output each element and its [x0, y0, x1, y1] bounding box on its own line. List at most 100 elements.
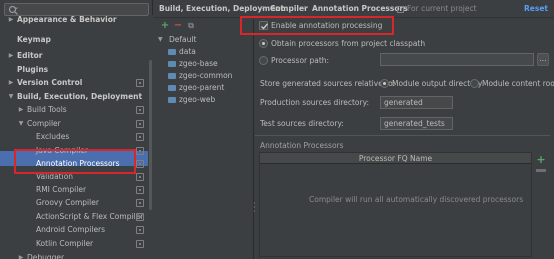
sidebar-item-label: Build Tools	[27, 105, 67, 114]
module-folder-icon	[168, 61, 176, 67]
module-output-directory-radio[interactable]	[380, 79, 389, 88]
enable-annotation-processing-checkbox[interactable]	[259, 21, 268, 30]
for-current-project-label: For current project	[407, 4, 477, 13]
test-sources-field[interactable]: generated_tests	[380, 117, 453, 130]
module-item-label: zgeo-web	[179, 95, 216, 104]
processor-path-label: Processor path:	[271, 56, 330, 65]
sidebar-item-android-compilers[interactable]: Android Compilers	[0, 224, 148, 236]
sidebar-item-label: Editor	[17, 51, 43, 60]
module-content-root-radio[interactable]	[470, 79, 479, 88]
annotation-processors-section-label: Annotation Processors	[260, 141, 344, 150]
project-scope-icon	[136, 199, 144, 207]
chevron-right-icon[interactable]: ▶	[17, 252, 25, 259]
project-scope-icon	[136, 160, 144, 168]
module-item-label: data	[179, 47, 196, 56]
sidebar-item-label: ActionScript & Flex Compiler	[36, 212, 144, 221]
production-sources-label: Production sources directory:	[260, 98, 370, 107]
project-scope-icon	[136, 186, 144, 194]
module-content-root-label: Module content root	[482, 79, 554, 88]
module-item-label: zgeo-base	[179, 59, 218, 68]
sidebar-item-build-execution-deployment[interactable]: ▼ Build, Execution, Deployment	[0, 91, 148, 103]
sidebar-item-rmi-compiler[interactable]: RMI Compiler	[0, 184, 148, 196]
reset-link[interactable]: Reset	[524, 4, 548, 13]
project-scope-icon	[397, 6, 404, 13]
project-scope-icon	[136, 147, 144, 155]
annotation-processors-panel: Enable annotation processing Obtain proc…	[240, 16, 554, 259]
settings-tree: ▶ Appearance & Behavior Keymap ▶ Editor Plugi…	[0, 0, 148, 259]
add-profile-button[interactable]: +	[160, 21, 170, 31]
module-item-label: zgeo-common	[179, 71, 233, 80]
processor-fq-name-header[interactable]: Processor FQ Name	[260, 153, 531, 164]
module-folder-icon	[168, 73, 176, 79]
sidebar-item-label: Kotlin Compiler	[36, 239, 94, 248]
production-sources-field[interactable]: generated	[380, 96, 453, 109]
project-scope-icon	[136, 226, 144, 234]
settings-sidebar: ▶ Appearance & Behavior Keymap ▶ Editor Plugi…	[0, 0, 153, 259]
copy-profile-button[interactable]: ⧉	[186, 21, 196, 31]
sidebar-item-label: Version Control	[17, 78, 83, 87]
chevron-down-icon: ▼	[158, 36, 163, 43]
sidebar-item-label: Android Compilers	[36, 225, 106, 234]
sidebar-item-groovy-compiler[interactable]: Groovy Compiler	[0, 197, 148, 209]
enable-annotation-processing-label: Enable annotation processing	[271, 21, 383, 30]
chevron-right-icon[interactable]: ▶	[7, 14, 15, 26]
project-scope-icon	[136, 133, 144, 141]
sidebar-item-label: RMI Compiler	[36, 185, 87, 194]
annotation-processors-highlight-box	[14, 149, 136, 174]
processor-fq-table: Processor FQ Name Compiler will run all …	[259, 152, 532, 257]
sidebar-item-label: Appearance & Behavior	[17, 15, 117, 24]
chevron-down-icon[interactable]: ▼	[17, 118, 25, 130]
chevron-right-icon[interactable]: ▶	[7, 77, 15, 89]
project-scope-icon	[136, 120, 144, 128]
breadcrumb-separator: ›	[261, 3, 265, 12]
obtain-from-classpath-radio[interactable]	[259, 39, 268, 48]
sidebar-item-version-control[interactable]: ▶ Version Control	[0, 77, 148, 89]
sidebar-item-label: Compiler	[27, 119, 61, 128]
sidebar-item-appearance-behavior[interactable]: ▶ Appearance & Behavior	[0, 14, 148, 26]
project-scope-icon	[136, 173, 144, 181]
chevron-down-icon[interactable]: ▼	[7, 91, 15, 103]
sidebar-item-actionscript-flex-compiler[interactable]: ActionScript & Flex Compiler	[0, 211, 148, 223]
test-sources-label: Test sources directory:	[260, 119, 344, 128]
add-processor-button[interactable]: +	[536, 154, 546, 165]
chevron-right-icon[interactable]: ▶	[17, 104, 25, 116]
sidebar-item-keymap[interactable]: Keymap	[0, 34, 148, 46]
project-scope-icon	[136, 213, 144, 221]
project-scope-icon	[136, 79, 144, 87]
store-generated-label: Store generated sources relative to:	[260, 79, 396, 88]
module-folder-icon	[168, 49, 176, 55]
obtain-from-classpath-label: Obtain processors from project classpath	[271, 39, 426, 48]
sidebar-item-label: Plugins	[17, 65, 49, 74]
processor-path-browse-button[interactable]: ...	[537, 53, 549, 66]
module-pane: + − ⧉ ▼ Default data zgeo-base zgeo-common…	[154, 19, 254, 259]
module-item-label: zgeo-parent	[179, 83, 225, 92]
processor-path-field[interactable]	[380, 53, 534, 66]
module-folder-icon	[168, 85, 176, 91]
sidebar-item-build-tools[interactable]: ▶ Build Tools	[0, 104, 148, 116]
section-divider	[255, 135, 550, 136]
module-default-label: Default	[169, 35, 197, 44]
sidebar-item-kotlin-compiler[interactable]: Kotlin Compiler	[0, 238, 148, 250]
processor-path-radio[interactable]	[259, 56, 268, 65]
remove-processor-button[interactable]	[536, 169, 546, 172]
sidebar-item-label: Keymap	[17, 35, 51, 44]
sidebar-item-compiler[interactable]: ▼ Compiler	[0, 118, 148, 130]
sidebar-item-editor[interactable]: ▶ Editor	[0, 50, 148, 62]
project-scope-icon	[136, 240, 144, 248]
breadcrumb-item-build[interactable]: Build, Execution, Deployment	[159, 4, 284, 13]
empty-table-message: Compiler will run all automatically disc…	[309, 195, 524, 204]
sidebar-item-label: Build, Execution, Deployment	[17, 92, 143, 101]
breadcrumb-item-annotation-processors: Annotation Processors	[312, 4, 408, 13]
module-folder-icon	[168, 97, 176, 103]
sidebar-scroll-thumb[interactable]	[149, 60, 152, 210]
sidebar-item-label: Groovy Compiler	[36, 198, 99, 207]
sidebar-item-debugger[interactable]: ▶ Debugger	[0, 252, 148, 259]
project-scope-icon	[136, 106, 144, 114]
sidebar-item-label: Debugger	[27, 253, 65, 259]
sidebar-item-label: Excludes	[36, 132, 70, 141]
module-output-directory-label: Module output directory	[392, 79, 483, 88]
remove-profile-button[interactable]: −	[173, 21, 183, 31]
sidebar-item-excludes[interactable]: Excludes	[0, 131, 148, 143]
sidebar-item-plugins[interactable]: Plugins	[0, 64, 148, 76]
chevron-right-icon[interactable]: ▶	[7, 50, 15, 62]
